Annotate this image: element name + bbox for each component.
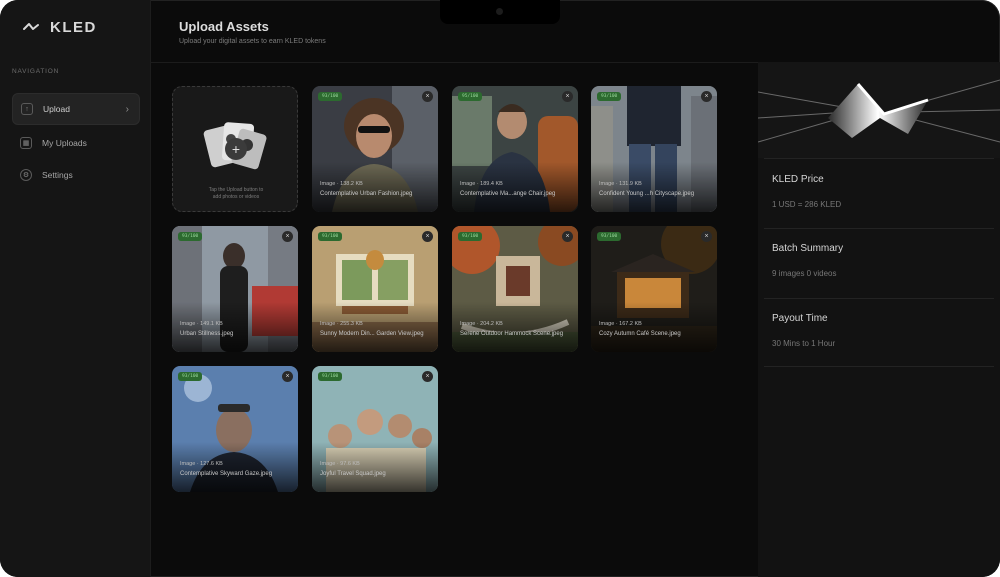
price-value: 1 USD = 286 KLED (772, 200, 842, 209)
remove-icon[interactable]: × (282, 371, 293, 382)
asset-meta: Image · 204.2 KB (460, 321, 503, 327)
chevron-right-icon: › (125, 103, 129, 115)
score-badge: 93/100 (318, 92, 343, 101)
asset-meta: Image · 127.6 KB (180, 461, 223, 467)
asset-filename: Confident Young ...h Cityscape.jpeg (599, 191, 695, 197)
asset-meta: Image · 138.2 KB (320, 181, 363, 187)
remove-icon[interactable]: × (562, 91, 573, 102)
panel-divider (764, 366, 994, 367)
sidebar: KLED NAVIGATION ↑ Upload › ▦ My Uploads … (0, 0, 151, 577)
asset-meta: Image · 167.2 KB (599, 321, 642, 327)
thumbnail-shade (591, 162, 717, 212)
panel-divider (764, 158, 994, 159)
page-subtitle: Upload your digital assets to earn KLED … (179, 38, 326, 45)
kled-logo-icon (23, 23, 39, 30)
sidebar-item-label: Settings (42, 170, 73, 180)
gear-icon: ⚙ (20, 169, 32, 181)
sidebar-item-upload[interactable]: ↑ Upload › (12, 93, 140, 125)
thumbnail-shade (312, 442, 438, 492)
sidebar-item-my-uploads[interactable]: ▦ My Uploads (12, 128, 138, 158)
batch-title: Batch Summary (772, 243, 844, 254)
price-title: KLED Price (772, 174, 824, 185)
asset-card[interactable]: 93/100 × Image · 97.6 KB Joyful Travel S… (312, 366, 438, 492)
asset-meta: Image · 149.1 KB (180, 321, 223, 327)
asset-filename: Urban Stillness.jpeg (180, 331, 234, 337)
kled-logo-banner-icon (758, 62, 1000, 158)
sidebar-item-label: My Uploads (42, 138, 87, 148)
asset-filename: Serene Outdoor Hammock Scene.jpeg (460, 331, 564, 337)
upload-icon: ↑ (21, 103, 33, 115)
remove-icon[interactable]: × (701, 231, 712, 242)
score-badge: 93/100 (597, 92, 622, 101)
thumbnail-shade (452, 302, 578, 352)
score-badge: 93/100 (597, 232, 622, 241)
thumbnail-shade (172, 302, 298, 352)
asset-filename: Sunny Modern Din... Garden View.jpeg (320, 331, 424, 337)
panel-divider (764, 298, 994, 299)
score-badge: 93/100 (178, 232, 203, 241)
remove-icon[interactable]: × (282, 231, 293, 242)
grid-icon: ▦ (20, 137, 32, 149)
camera-notch (440, 0, 560, 24)
nav-heading: NAVIGATION (12, 68, 60, 75)
asset-meta: Image · 131.9 KB (599, 181, 642, 187)
remove-icon[interactable]: × (562, 231, 573, 242)
remove-icon[interactable]: × (422, 231, 433, 242)
asset-filename: Cozy Autumn Café Scene.jpeg (599, 331, 681, 337)
upload-hint: Tap the Upload button to add photos or v… (208, 187, 264, 200)
thumbnail-shade (591, 302, 717, 352)
score-badge: 95/100 (458, 92, 483, 101)
asset-filename: Joyful Travel Squad.jpeg (320, 471, 386, 477)
summary-panel: KLED Price 1 USD = 286 KLED Batch Summar… (758, 62, 1000, 577)
asset-meta: Image · 97.6 KB (320, 461, 360, 467)
camera-icon (496, 8, 503, 15)
thumbnail-shade (172, 442, 298, 492)
remove-icon[interactable]: × (701, 91, 712, 102)
asset-card[interactable]: 93/100 × Image · 131.9 KB Confident Youn… (591, 86, 717, 212)
score-badge: 93/100 (318, 232, 343, 241)
remove-icon[interactable]: × (422, 91, 433, 102)
asset-card[interactable]: 93/100 × Image · 127.6 KB Contemplative … (172, 366, 298, 492)
asset-card[interactable]: 95/100 × Image · 189.4 KB Contemplative … (452, 86, 578, 212)
asset-meta: Image · 189.4 KB (460, 181, 503, 187)
thumbnail-shade (312, 162, 438, 212)
app-window: KLED NAVIGATION ↑ Upload › ▦ My Uploads … (0, 0, 1000, 577)
thumbnail-shade (452, 162, 578, 212)
upload-dropzone[interactable]: + Tap the Upload button to add photos or… (172, 86, 298, 212)
thumbnail-shade (312, 302, 438, 352)
payout-title: Payout Time (772, 313, 828, 324)
score-badge: 93/100 (318, 372, 343, 381)
remove-icon[interactable]: × (422, 371, 433, 382)
brand[interactable]: KLED (22, 18, 97, 36)
score-badge: 93/100 (458, 232, 483, 241)
add-icon[interactable]: + (225, 138, 247, 160)
asset-meta: Image · 255.3 KB (320, 321, 363, 327)
batch-value: 9 images 0 videos (772, 269, 837, 278)
payout-value: 30 Mins to 1 Hour (772, 339, 836, 348)
kled-banner (758, 62, 1000, 158)
asset-card[interactable]: 93/100 × Image · 255.3 KB Sunny Modern D… (312, 226, 438, 352)
asset-card[interactable]: 93/100 × Image · 204.2 KB Serene Outdoor… (452, 226, 578, 352)
asset-card[interactable]: 93/100 × Image · 167.2 KB Cozy Autumn Ca… (591, 226, 717, 352)
asset-card[interactable]: 93/100 × Image · 138.2 KB Contemplative … (312, 86, 438, 212)
sidebar-item-settings[interactable]: ⚙ Settings (12, 160, 138, 190)
brand-name: KLED (50, 18, 97, 36)
asset-filename: Contemplative Skyward Gaze.jpeg (180, 471, 273, 477)
score-badge: 93/100 (178, 372, 203, 381)
panel-divider (764, 228, 994, 229)
asset-filename: Contemplative Ma...ange Chair.jpeg (460, 191, 556, 197)
page-title: Upload Assets (179, 19, 269, 34)
asset-filename: Contemplative Urban Fashion.jpeg (320, 191, 413, 197)
sidebar-item-label: Upload (43, 104, 70, 114)
asset-card[interactable]: 93/100 × Image · 149.1 KB Urban Stillnes… (172, 226, 298, 352)
